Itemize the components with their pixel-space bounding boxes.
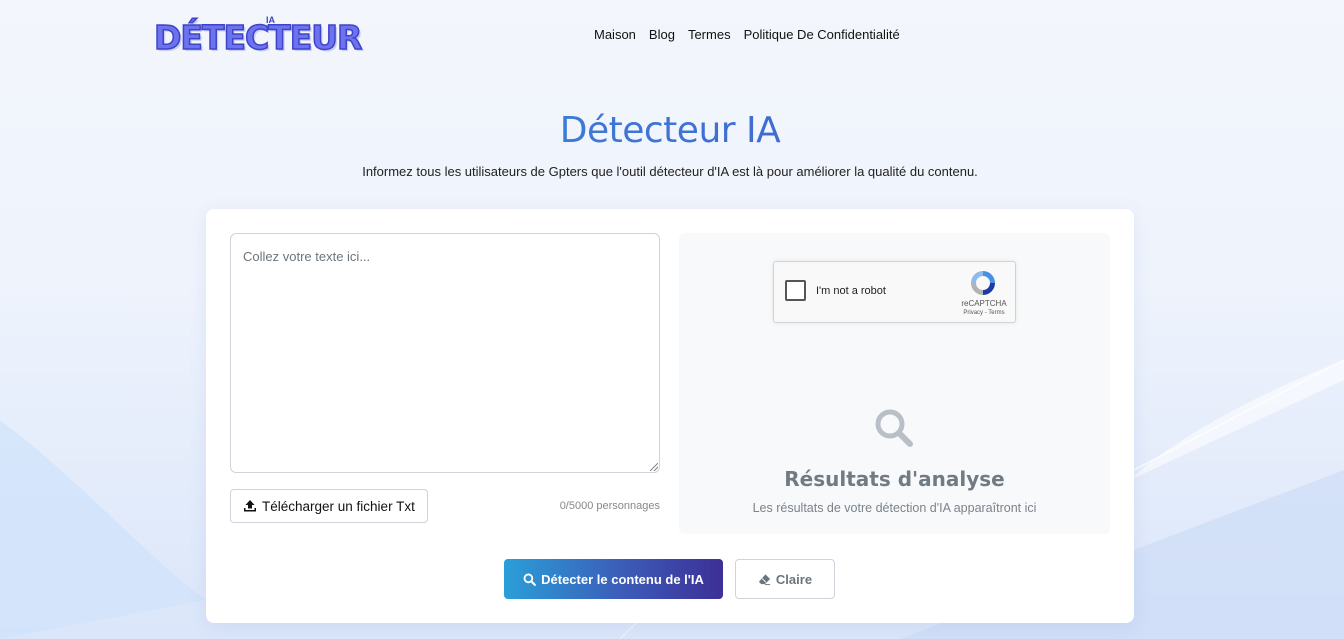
clear-button[interactable]: Claire [735, 559, 835, 599]
search-icon [523, 573, 537, 586]
nav-item-blog[interactable]: Blog [649, 27, 675, 42]
recaptcha-brand: reCAPTCHA [961, 299, 1007, 308]
logo-text: DÉTECTEUR [153, 17, 363, 58]
search-icon [875, 409, 913, 447]
page-subtitle: Informez tous les utilisateurs de Gpters… [362, 164, 978, 179]
page-title: Détecteur IA [0, 110, 1340, 151]
upload-txt-label: Télécharger un fichier Txt [262, 498, 415, 514]
resize-handle[interactable] [650, 463, 658, 471]
nav-item-termes[interactable]: Termes [688, 27, 731, 42]
recaptcha-checkbox[interactable] [785, 280, 806, 301]
char-count: 0/5000 personnages [559, 500, 660, 512]
results-panel: I'm not a robot reCAPTCHA Privacy - Term… [679, 233, 1110, 534]
nav-item-privacy[interactable]: Politique De Confidentialité [744, 27, 900, 42]
text-input[interactable] [230, 233, 660, 473]
recaptcha-links[interactable]: Privacy - Terms [954, 310, 1014, 316]
detector-card: Télécharger un fichier Txt 0/5000 person… [206, 209, 1134, 623]
recaptcha-logo-icon [971, 271, 995, 295]
upload-icon [244, 500, 256, 512]
main-nav: Maison Blog Termes Politique De Confiden… [594, 27, 900, 42]
clear-button-label: Claire [775, 571, 813, 587]
results-subtitle: Les résultats de votre détection d'IA ap… [752, 501, 1037, 515]
logo-superscript: IA [266, 15, 275, 25]
upload-txt-button[interactable]: Télécharger un fichier Txt [230, 489, 428, 523]
detect-button-label: Détecter le contenu de l'IA [541, 571, 704, 587]
recaptcha-widget: I'm not a robot reCAPTCHA Privacy - Term… [773, 261, 1016, 323]
results-title: Résultats d'analyse [784, 467, 1005, 491]
recaptcha-label: I'm not a robot [816, 285, 886, 297]
site-logo[interactable]: DÉTECTEUR IA [152, 12, 363, 60]
eraser-icon [758, 573, 770, 585]
nav-item-maison[interactable]: Maison [594, 27, 636, 42]
detect-button[interactable]: Détecter le contenu de l'IA [504, 559, 723, 599]
site-header: DÉTECTEUR IA Maison Blog Termes Politiqu… [0, 0, 1344, 70]
